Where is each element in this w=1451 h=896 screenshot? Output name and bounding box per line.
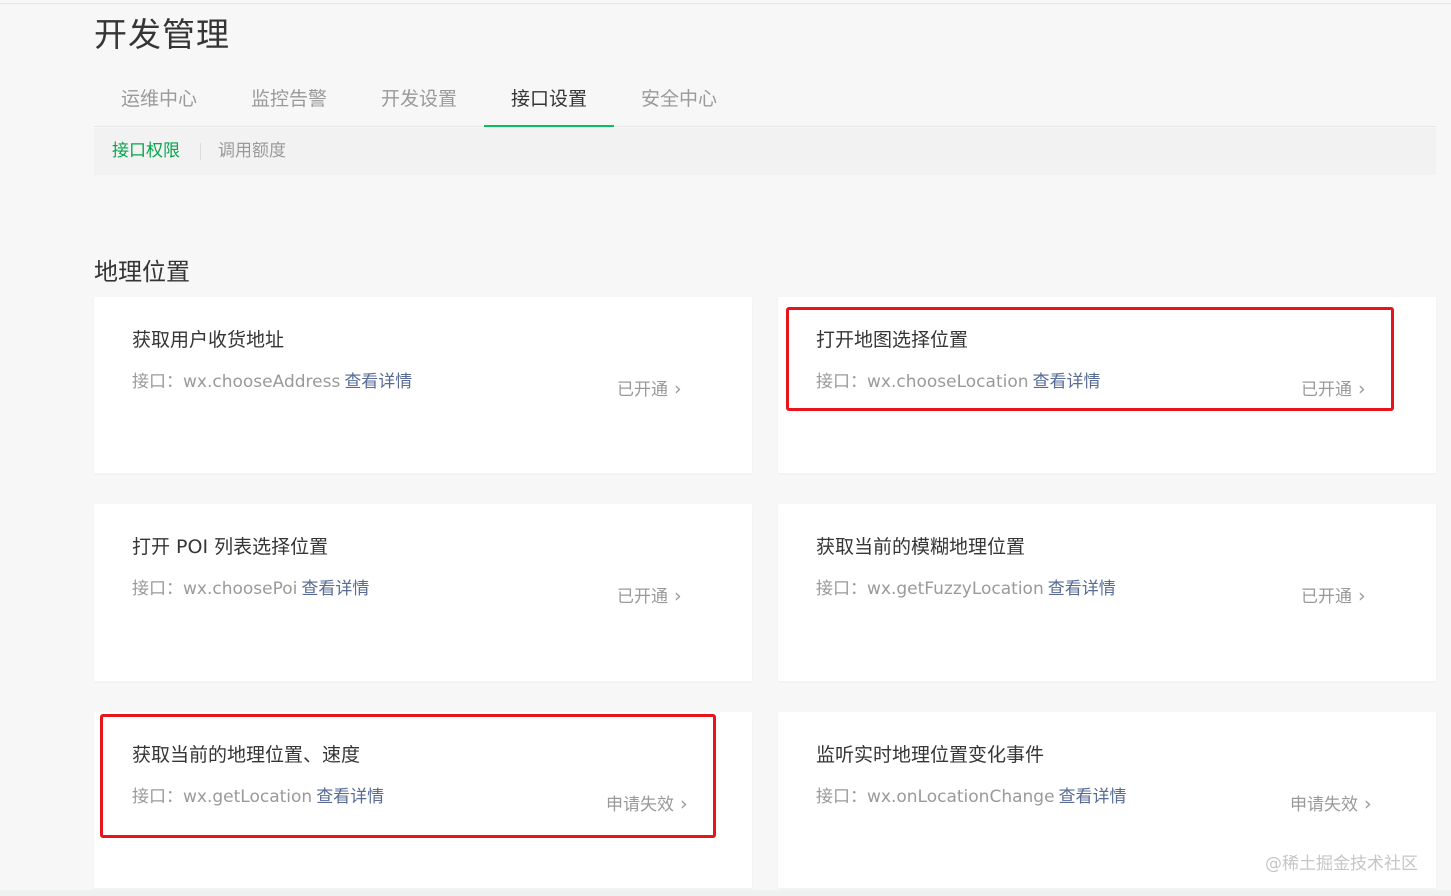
tab-dev-settings[interactable]: 开发设置 [354, 72, 484, 127]
api-status-button[interactable]: 申请失效 › [606, 790, 688, 815]
api-card-interface: 接口：wx.chooseLocation 查看详情 [816, 367, 1101, 392]
watermark: @稀土掘金技术社区 [1265, 854, 1418, 874]
api-card-title: 获取当前的地理位置、速度 [132, 744, 361, 766]
api-status-button[interactable]: 已开通 › [617, 375, 682, 400]
api-card: 获取当前的地理位置、速度 接口：wx.getLocation 查看详情 申请失效 › [94, 712, 752, 888]
api-status-label: 已开通 [1301, 380, 1352, 400]
api-name: wx.getLocation [183, 787, 313, 807]
api-name: wx.getFuzzyLocation [867, 579, 1044, 599]
api-status-button[interactable]: 申请失效 › [1290, 790, 1372, 815]
api-card-title: 获取当前的模糊地理位置 [816, 536, 1026, 558]
api-card-title: 获取用户收货地址 [132, 329, 285, 351]
api-status-button[interactable]: 已开通 › [1301, 582, 1366, 607]
api-status-label: 已开通 [1301, 587, 1352, 607]
api-prefix-label: 接口： [132, 787, 183, 807]
tab-security-center[interactable]: 安全中心 [614, 72, 744, 127]
api-status-label: 已开通 [617, 587, 668, 607]
api-card-interface: 接口：wx.getLocation 查看详情 [132, 782, 384, 807]
subtab-divider [200, 143, 201, 160]
api-prefix-label: 接口： [132, 579, 183, 599]
chevron-right-icon: › [1364, 793, 1372, 815]
sub-tabs: 接口权限 调用额度 [94, 128, 1436, 175]
subtab-api-permissions[interactable]: 接口权限 [112, 128, 180, 175]
view-details-link[interactable]: 查看详情 [344, 372, 412, 392]
tab-monitoring-alerts[interactable]: 监控告警 [224, 72, 354, 127]
page: 开发管理 运维中心 监控告警 开发设置 接口设置 安全中心 接口权限 调用额度 … [0, 0, 1451, 896]
api-card-interface: 接口：wx.choosePoi 查看详情 [132, 574, 369, 599]
api-card-interface: 接口：wx.onLocationChange 查看详情 [816, 782, 1127, 807]
api-prefix-label: 接口： [132, 372, 183, 392]
api-card-title: 打开地图选择位置 [816, 329, 969, 351]
api-name: wx.choosePoi [183, 579, 298, 599]
api-card: 获取当前的模糊地理位置 接口：wx.getFuzzyLocation 查看详情 已… [778, 504, 1436, 681]
subtab-call-quota[interactable]: 调用额度 [218, 128, 286, 175]
chevron-right-icon: › [674, 585, 682, 607]
api-status-label: 申请失效 [606, 795, 674, 815]
top-divider [0, 3, 1451, 4]
api-card: 获取用户收货地址 接口：wx.chooseAddress 查看详情 已开通 › [94, 297, 752, 473]
api-status-button[interactable]: 已开通 › [1301, 375, 1366, 400]
main-tabs: 运维中心 监控告警 开发设置 接口设置 安全中心 [94, 72, 1436, 127]
page-title: 开发管理 [94, 15, 230, 54]
view-details-link[interactable]: 查看详情 [1033, 372, 1101, 392]
api-prefix-label: 接口： [816, 372, 867, 392]
api-card: 打开地图选择位置 接口：wx.chooseLocation 查看详情 已开通 › [778, 297, 1436, 473]
tab-ops-center[interactable]: 运维中心 [94, 72, 224, 127]
view-details-link[interactable]: 查看详情 [301, 579, 369, 599]
api-name: wx.chooseLocation [867, 372, 1029, 392]
api-status-label: 申请失效 [1290, 795, 1358, 815]
view-details-link[interactable]: 查看详情 [316, 787, 384, 807]
view-details-link[interactable]: 查看详情 [1059, 787, 1127, 807]
api-card-title: 打开 POI 列表选择位置 [132, 536, 329, 558]
chevron-right-icon: › [1358, 585, 1366, 607]
chevron-right-icon: › [680, 793, 688, 815]
api-name: wx.onLocationChange [867, 787, 1055, 807]
bottom-band [0, 890, 1451, 896]
api-prefix-label: 接口： [816, 787, 867, 807]
tab-api-settings[interactable]: 接口设置 [484, 72, 614, 127]
api-prefix-label: 接口： [816, 579, 867, 599]
api-card-interface: 接口：wx.getFuzzyLocation 查看详情 [816, 574, 1116, 599]
api-card: 打开 POI 列表选择位置 接口：wx.choosePoi 查看详情 已开通 › [94, 504, 752, 681]
api-status-label: 已开通 [617, 380, 668, 400]
api-name: wx.chooseAddress [183, 372, 341, 392]
api-card-interface: 接口：wx.chooseAddress 查看详情 [132, 367, 412, 392]
api-status-button[interactable]: 已开通 › [617, 582, 682, 607]
chevron-right-icon: › [1358, 378, 1366, 400]
api-card-title: 监听实时地理位置变化事件 [816, 744, 1045, 766]
chevron-right-icon: › [674, 378, 682, 400]
section-title: 地理位置 [94, 258, 190, 286]
view-details-link[interactable]: 查看详情 [1048, 579, 1116, 599]
